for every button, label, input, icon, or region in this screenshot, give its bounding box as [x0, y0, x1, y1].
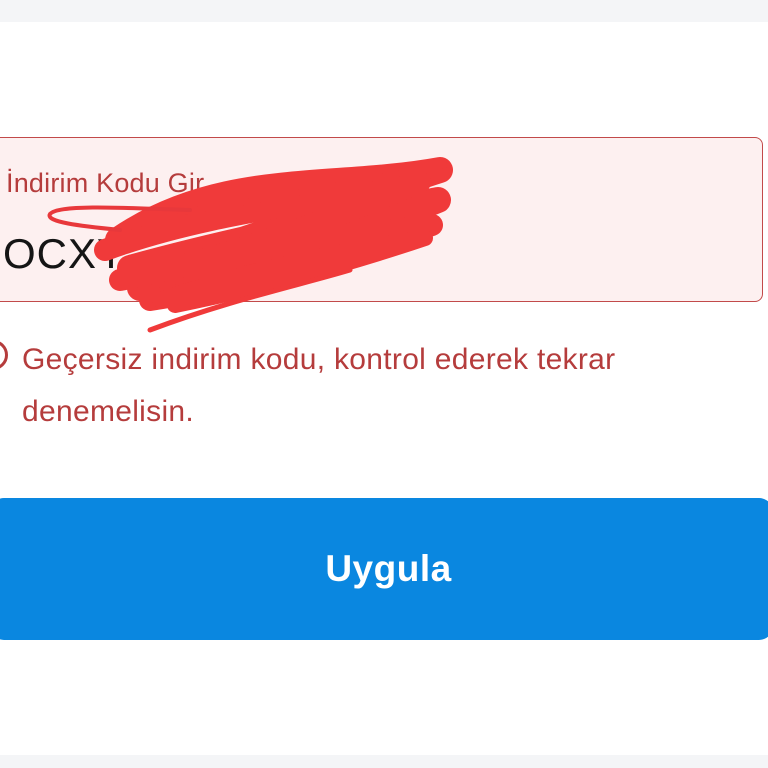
apply-button[interactable]: Uygula: [0, 498, 768, 640]
error-circle-icon: [0, 340, 8, 370]
bottom-bar: [0, 755, 768, 768]
discount-code-field[interactable]: İndirim Kodu Gir OCXY: [0, 137, 763, 302]
top-bar: [0, 0, 768, 22]
discount-code-input[interactable]: OCXY: [3, 230, 126, 278]
error-message: Geçersiz indirim kodu, kontrol ederek te…: [22, 343, 616, 428]
discount-code-label: İndirim Kodu Gir: [6, 168, 205, 198]
discount-code-screen: İndirim Kodu Gir OCXY Geçersiz indirim k…: [0, 0, 768, 768]
